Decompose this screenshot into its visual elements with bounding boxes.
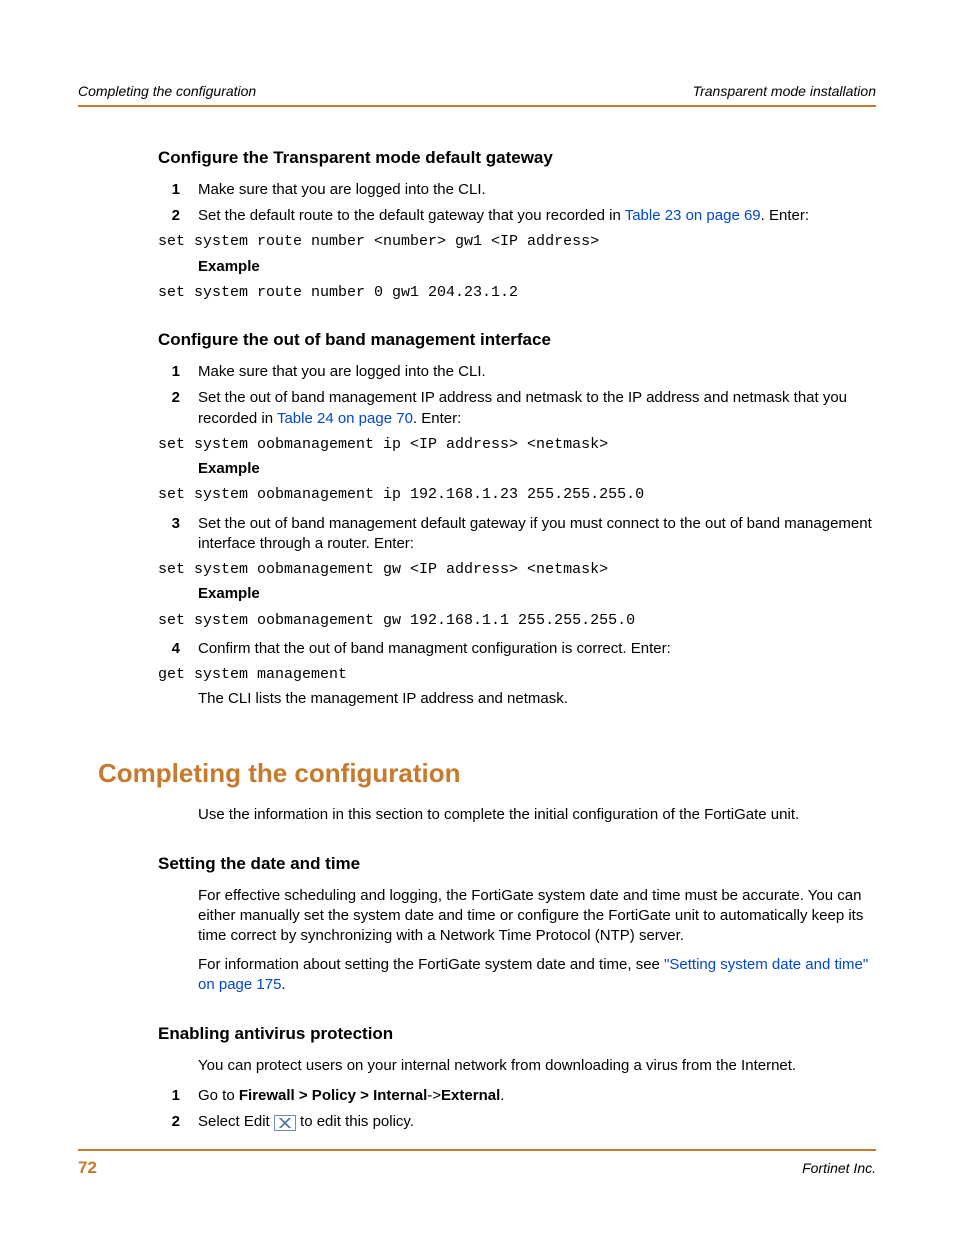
code-line: set system oobmanagement ip <IP address>…	[158, 435, 876, 455]
step-number: 2	[158, 388, 198, 408]
page-footer: 72 Fortinet Inc.	[78, 1149, 876, 1180]
body-text: For information about setting the FortiG…	[198, 955, 876, 996]
example-label: Example	[198, 584, 876, 604]
step-text: Set the default route to the default gat…	[198, 206, 876, 226]
company-name: Fortinet Inc.	[802, 1159, 876, 1178]
code-line: set system oobmanagement ip 192.168.1.23…	[158, 485, 876, 505]
step-number: 1	[158, 362, 198, 382]
code-line: set system oobmanagement gw 192.168.1.1 …	[158, 611, 876, 631]
step-text: Select Edit to edit this policy.	[198, 1112, 876, 1132]
body-text: For effective scheduling and logging, th…	[198, 886, 876, 947]
step-text: Set the out of band management default g…	[198, 514, 876, 555]
code-line: get system management	[158, 665, 876, 685]
header-left: Completing the configuration	[78, 82, 256, 101]
body-text: Use the information in this section to c…	[198, 805, 876, 825]
step-text: Make sure that you are logged into the C…	[198, 362, 876, 382]
code-line: set system route number 0 gw1 204.23.1.2	[158, 283, 876, 303]
section-heading-oob-management: Configure the out of band management int…	[158, 329, 876, 352]
step-number: 1	[158, 1086, 198, 1106]
step-number: 2	[158, 1112, 198, 1132]
code-line: set system oobmanagement gw <IP address>…	[158, 560, 876, 580]
running-header: Completing the configuration Transparent…	[78, 82, 876, 107]
edit-icon	[274, 1115, 296, 1131]
step-number: 2	[158, 206, 198, 226]
section-heading-date-time: Setting the date and time	[158, 853, 876, 876]
code-line: set system route number <number> gw1 <IP…	[158, 232, 876, 252]
crossref-link[interactable]: Table 24 on page 70	[277, 410, 413, 427]
step-number: 1	[158, 180, 198, 200]
page-number: 72	[78, 1157, 97, 1180]
crossref-link[interactable]: Table 23 on page 69	[625, 207, 761, 224]
example-label: Example	[198, 257, 876, 277]
section-heading-antivirus: Enabling antivirus protection	[158, 1023, 876, 1046]
header-right: Transparent mode installation	[693, 82, 876, 101]
step-number: 3	[158, 514, 198, 534]
step-text: Make sure that you are logged into the C…	[198, 180, 876, 200]
section-heading-transparent-gateway: Configure the Transparent mode default g…	[158, 147, 876, 170]
step-text: The CLI lists the management IP address …	[198, 689, 876, 709]
example-label: Example	[198, 459, 876, 479]
step-number: 4	[158, 639, 198, 659]
step-text: Set the out of band management IP addres…	[198, 388, 876, 429]
body-text: You can protect users on your internal n…	[198, 1056, 876, 1076]
section-heading-completing: Completing the configuration	[98, 756, 876, 791]
step-text: Confirm that the out of band managment c…	[198, 639, 876, 659]
step-text: Go to Firewall > Policy > Internal->Exte…	[198, 1086, 876, 1106]
